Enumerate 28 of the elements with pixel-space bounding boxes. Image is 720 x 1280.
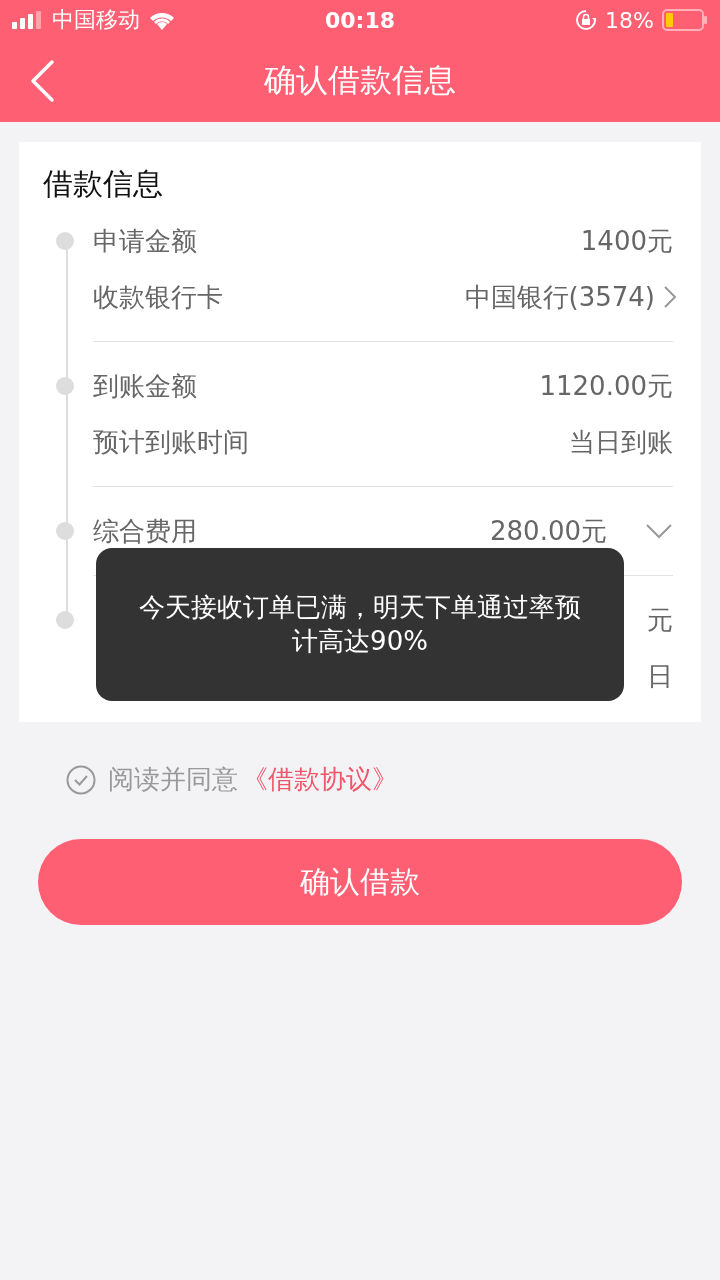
toast-message: 今天接收订单已满，明天下单通过率预计高达90% (96, 548, 624, 701)
rotation-lock-icon (575, 9, 598, 31)
row-value: 280.00元 (490, 514, 607, 548)
wifi-icon (148, 10, 176, 30)
clock-time: 00:18 (325, 7, 395, 33)
chevron-icon[interactable] (645, 523, 673, 539)
row-value: 1120.00元 (539, 369, 673, 403)
confirm-button[interactable]: 确认借款 (38, 839, 682, 925)
row-label: 收款银行卡 (93, 280, 223, 314)
row-label: 综合费用 (93, 514, 197, 548)
row-value: 日 (647, 659, 673, 693)
agree-checkbox[interactable] (66, 764, 96, 795)
row-value: 元 (647, 603, 673, 637)
row-value[interactable]: 中国银行(3574) (464, 279, 655, 315)
chevron-right-icon (663, 285, 677, 309)
row-value: 1400元 (580, 224, 673, 258)
agreement-link[interactable]: 《借款协议》 (242, 762, 398, 797)
page-title: 确认借款信息 (264, 60, 456, 101)
row-label: 申请金额 (93, 224, 197, 258)
agree-text: 阅读并同意 (108, 763, 238, 796)
card-title: 借款信息 (43, 165, 164, 203)
carrier-name: 中国移动 (52, 6, 140, 34)
row-value: 当日到账 (569, 425, 673, 459)
battery-icon (662, 9, 708, 31)
row-label: 到账金额 (93, 369, 197, 403)
battery-percent: 18% (605, 7, 654, 33)
row-label: 预计到账时间 (93, 425, 249, 459)
signal-icon (12, 11, 44, 29)
